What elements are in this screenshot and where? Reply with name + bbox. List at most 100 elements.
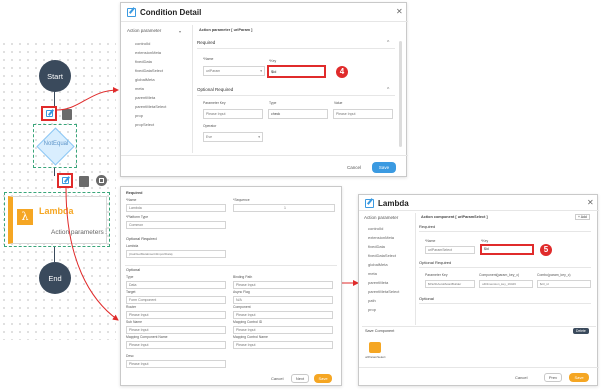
sidebar-item[interactable]: fixedData (135, 57, 191, 66)
sidebar-item[interactable]: fixedDataSelect (135, 66, 191, 75)
optional-required-section[interactable]: Optional Required (419, 260, 591, 268)
optional-section[interactable]: Optional Required ^ (197, 87, 395, 96)
operator-label: Operator (203, 124, 217, 128)
field-row: Target Form Component Async Flag N/A (126, 290, 338, 305)
sequence-stepper[interactable]: 1 (233, 204, 335, 212)
save-button[interactable]: Save (569, 373, 589, 382)
field-row: Router Please Input Component Please Input (126, 305, 338, 320)
cancel-button[interactable]: Cancel (271, 376, 283, 381)
sidebar-item[interactable]: prop (368, 305, 416, 314)
field-row: Sub Name Please Input Mapping Control ID Pl… (126, 320, 338, 335)
field-label: Mapping Component Name (126, 335, 168, 339)
field-row: Type Data Binding Path Please Input (126, 275, 338, 290)
sidebar-item[interactable]: globalMeta (368, 260, 416, 269)
cancel-button[interactable]: Cancel (515, 375, 527, 380)
sidebar-item[interactable]: extensionMeta (135, 48, 191, 57)
optional-section[interactable]: Optional (419, 296, 591, 304)
field-label: Async Flag (233, 290, 250, 294)
sidebar-item[interactable]: extensionMeta (368, 233, 416, 242)
field-input[interactable]: Please Input (126, 311, 226, 319)
add-button[interactable]: + Add (575, 214, 590, 220)
name-select[interactable]: urlParam ▾ (203, 66, 265, 76)
arrow-to-lambda-config (65, 187, 119, 321)
field-input[interactable]: Please Input (233, 326, 333, 334)
name-label: *Name (203, 57, 214, 61)
divider (121, 155, 408, 156)
sidebar-item[interactable]: prop (135, 111, 191, 120)
type-select[interactable]: check (268, 109, 328, 119)
close-icon[interactable]: ✕ (396, 7, 403, 16)
save-button[interactable]: Save (314, 374, 332, 383)
field-label: Router (126, 305, 137, 309)
save-button[interactable]: Save (372, 162, 396, 173)
field-label: Target (126, 290, 136, 294)
optional-required-label: Optional Required (126, 237, 157, 241)
dialog-title: Condition Detail (140, 8, 202, 17)
sidebar-item[interactable]: fixedData (368, 242, 416, 251)
optional-fields: Type Data Binding Path Please Input Target Fo… (126, 275, 338, 350)
lambda-label: Lambda (126, 244, 139, 248)
field-input[interactable]: Please Input (233, 311, 333, 319)
main-header: Action component [ urlParamSelect ] (421, 215, 488, 219)
field-input[interactable]: N/A (233, 296, 333, 304)
key-input[interactable]: $id (480, 244, 534, 255)
divider (359, 210, 599, 211)
sidebar-list: controlId extensionMeta fixedData fixedData… (368, 224, 416, 314)
sidebar-item[interactable]: parentMeta (135, 93, 191, 102)
component-input[interactable]: o4Dimension_key_19426 (479, 280, 533, 288)
sidebar-item[interactable]: propSelect (135, 120, 191, 129)
required-section[interactable]: Required ^ (197, 40, 395, 49)
delete-button[interactable]: Delete (573, 328, 589, 334)
name-input[interactable]: Lambda (126, 204, 226, 212)
sidebar-item[interactable]: path (368, 296, 416, 305)
step-badge: 5 (540, 244, 552, 256)
sidebar-item[interactable]: meta (368, 269, 416, 278)
name-select[interactable]: urlParamSelect (425, 246, 475, 254)
field-label: Component (233, 305, 251, 309)
sidebar-item[interactable]: parentMetaSelect (135, 102, 191, 111)
value-input[interactable]: Please Input (333, 109, 393, 119)
cancel-button[interactable]: Cancel (347, 165, 361, 170)
required-section[interactable]: Required (419, 224, 591, 232)
name-label: *Name (126, 198, 137, 202)
divider (121, 21, 408, 22)
close-icon[interactable]: ✕ (587, 198, 594, 207)
key-input[interactable]: $id (267, 65, 326, 78)
col-header-param-key: Parameter Key (425, 273, 448, 277)
field-input[interactable]: Please Input (233, 341, 333, 349)
required-label: Required (419, 224, 436, 229)
optional-label: Optional (419, 296, 434, 301)
optional-required-label: Optional Required (419, 260, 452, 265)
field-input[interactable]: Please Input (126, 326, 226, 334)
save-component-label: Save Component (365, 329, 395, 333)
platform-select[interactable]: Common (126, 221, 226, 229)
sidebar-list: controlId extensionMeta fixedData fixedData… (135, 39, 191, 129)
next-button[interactable]: Next (291, 374, 309, 383)
lambda-input[interactable]: {CalcGetMetaInsert4ImportData} (126, 250, 226, 258)
combo-input[interactable]: $ctl_id (537, 280, 591, 288)
field-input[interactable]: Please Input (126, 341, 226, 349)
field-input[interactable]: Please Input (233, 281, 333, 289)
platform-label: *Platform Type (126, 215, 149, 219)
field-input[interactable]: Data (126, 281, 226, 289)
sidebar-item[interactable]: globalMeta (135, 75, 191, 84)
sidebar-item[interactable]: controlId (368, 224, 416, 233)
field-input[interactable]: Form Component (126, 296, 226, 304)
param-key-input[interactable]: Please Input (203, 109, 263, 119)
main-header: Action parameter [ urlParam ] (199, 28, 253, 32)
divider (359, 367, 599, 368)
operator-select[interactable]: Eve ▾ (203, 132, 263, 142)
sidebar-item[interactable]: meta (135, 84, 191, 93)
desc-input[interactable]: Please Input (126, 360, 226, 368)
sidebar-item[interactable]: controlId (135, 39, 191, 48)
dialog-title: Lambda (378, 199, 409, 208)
edit-icon (365, 199, 374, 208)
sidebar-item[interactable]: parentMetaSelect (368, 287, 416, 296)
scrollbar[interactable] (399, 41, 402, 147)
folder-icon[interactable] (369, 342, 381, 353)
desc-label: Desc (126, 354, 134, 358)
sidebar-item[interactable]: fixedDataSelect (368, 251, 416, 260)
prev-button[interactable]: Prev (544, 373, 562, 382)
sidebar-item[interactable]: parentMeta (368, 278, 416, 287)
param-key-input[interactable]: $ParlibAutoMeta4Builder (425, 280, 475, 288)
